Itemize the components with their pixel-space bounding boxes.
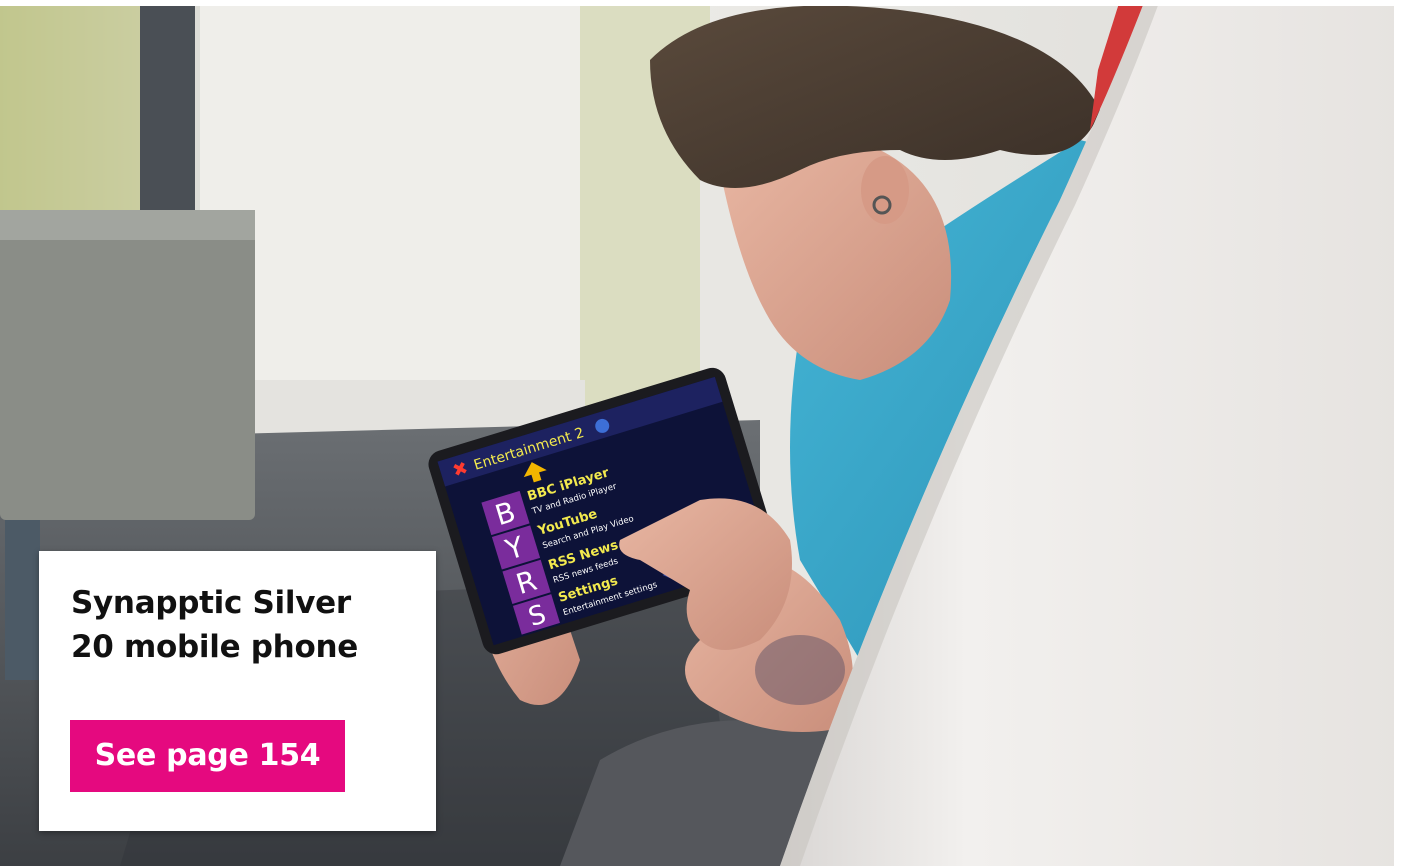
photo-scene: ✖ Entertainment 2 B BBC iPlayer TV and R… [0,0,1402,866]
see-page-link[interactable]: See page 154 [70,720,345,792]
card-title-line: Synapptic Silver [71,585,351,621]
card-title: Synapptic Silver 20 mobile phone [71,581,421,669]
caption-card: Synapptic Silver 20 mobile phone See pag… [39,551,436,831]
card-title-line: 20 mobile phone [71,629,358,665]
